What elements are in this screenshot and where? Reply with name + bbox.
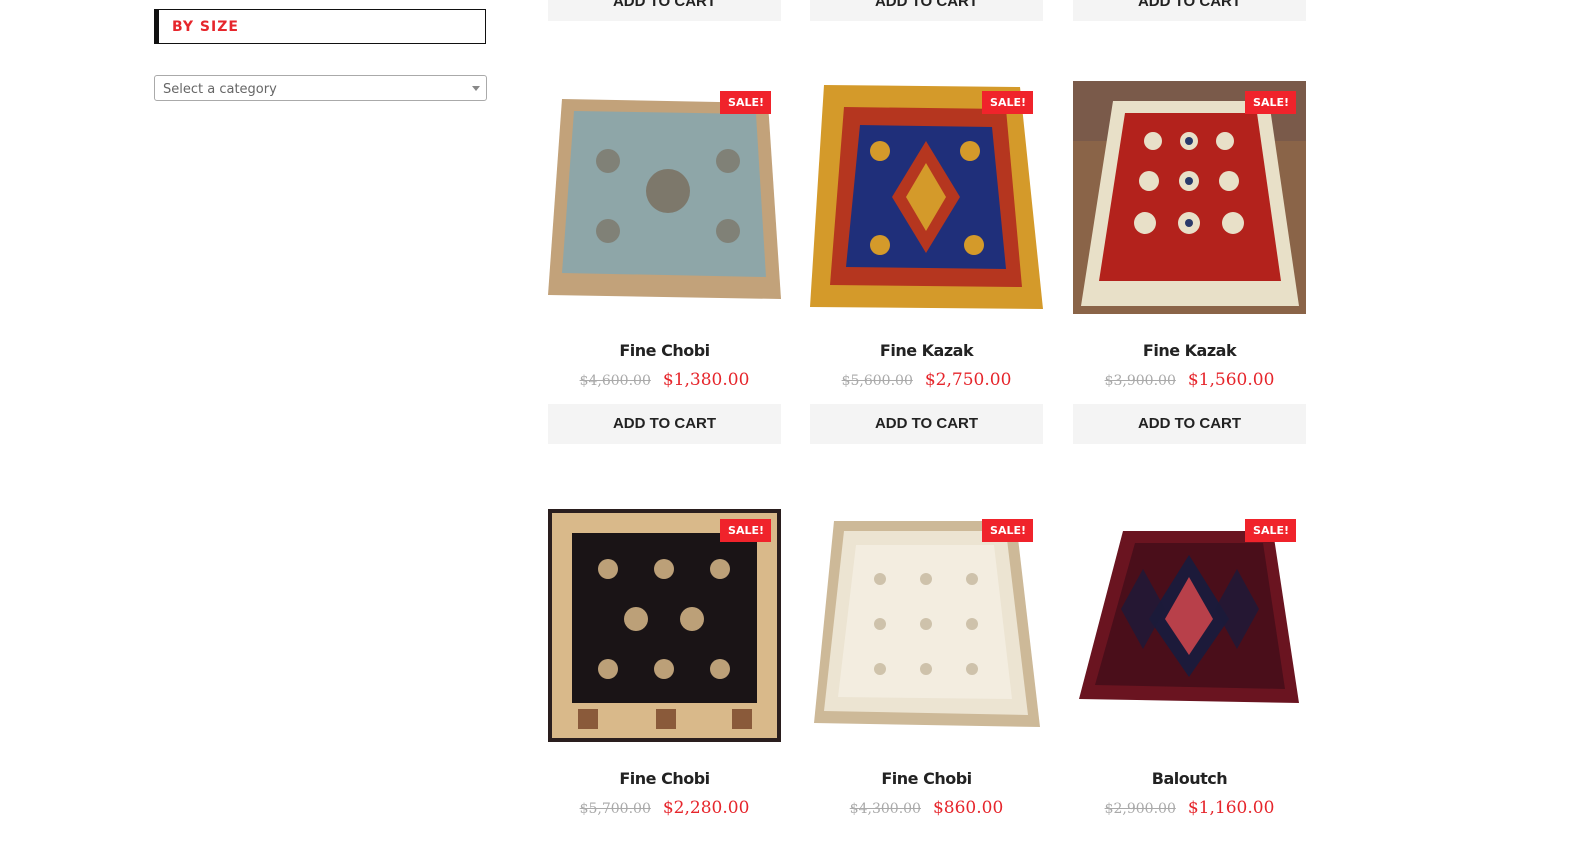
- sale-price: $2,280.00: [662, 798, 750, 818]
- old-price: $4,300.00: [849, 801, 921, 817]
- add-to-cart-button[interactable]: ADD TO CART: [1073, 404, 1306, 444]
- add-to-cart-button[interactable]: ADD TO CART: [810, 404, 1043, 444]
- rug-image: [814, 521, 1040, 727]
- product-image[interactable]: SALE!: [1073, 509, 1306, 742]
- rug-image: [548, 509, 781, 742]
- sale-price: $860.00: [932, 798, 1004, 818]
- sale-badge: SALE!: [982, 91, 1033, 114]
- sale-price: $2,750.00: [924, 370, 1012, 390]
- category-select[interactable]: Select a category: [154, 75, 487, 101]
- product-price: $5,700.00 $2,280.00: [548, 798, 781, 818]
- add-to-cart-button[interactable]: ADD TO CART: [810, 0, 1043, 21]
- product-image[interactable]: SALE!: [548, 509, 781, 742]
- product-card: SALE! Fine Chobi $4,300.00 $860.00: [810, 509, 1043, 818]
- old-price: $3,900.00: [1104, 373, 1176, 389]
- category-select-value: Select a category: [163, 82, 277, 97]
- product-price: $4,600.00 $1,380.00: [548, 370, 781, 390]
- old-price: $5,700.00: [579, 801, 651, 817]
- sale-badge: SALE!: [720, 519, 771, 542]
- product-image[interactable]: SALE!: [1073, 81, 1306, 314]
- product-card: SALE! Fine Kazak $3,900.00 $1,560.00 ADD …: [1073, 81, 1306, 444]
- sale-price: $1,560.00: [1187, 370, 1275, 390]
- sale-badge: SALE!: [982, 519, 1033, 542]
- product-price: $5,600.00 $2,750.00: [810, 370, 1043, 390]
- product-title[interactable]: Fine Kazak: [810, 341, 1043, 360]
- widget-title-by-size: BY SIZE: [154, 9, 486, 44]
- product-image[interactable]: SALE!: [548, 81, 781, 314]
- product-card: SALE! Fine Chobi $5,700.00 $2,280.00: [548, 509, 781, 818]
- chevron-down-icon: [472, 86, 480, 91]
- product-title[interactable]: Fine Kazak: [1073, 341, 1306, 360]
- product-title[interactable]: Baloutch: [1073, 769, 1306, 788]
- product-price: $4,300.00 $860.00: [810, 798, 1043, 818]
- product-title[interactable]: Fine Chobi: [810, 769, 1043, 788]
- old-price: $4,600.00: [579, 373, 651, 389]
- product-title[interactable]: Fine Chobi: [548, 769, 781, 788]
- sale-price: $1,160.00: [1187, 798, 1275, 818]
- add-to-cart-button[interactable]: ADD TO CART: [1073, 0, 1306, 21]
- product-card: SALE! Fine Chobi $4,600.00 $1,380.00 ADD …: [548, 81, 781, 444]
- product-image[interactable]: SALE!: [810, 509, 1043, 742]
- product-price: $3,900.00 $1,560.00: [1073, 370, 1306, 390]
- add-to-cart-button[interactable]: ADD TO CART: [548, 404, 781, 444]
- product-price: $2,900.00 $1,160.00: [1073, 798, 1306, 818]
- old-price: $2,900.00: [1104, 801, 1176, 817]
- sale-badge: SALE!: [720, 91, 771, 114]
- rug-image: [1073, 81, 1306, 314]
- rug-image: [810, 85, 1043, 309]
- sale-price: $1,380.00: [662, 370, 750, 390]
- old-price: $5,600.00: [841, 373, 913, 389]
- product-card: SALE! Fine Kazak $5,600.00 $2,750.00 ADD …: [810, 81, 1043, 444]
- widget-title-text: BY SIZE: [172, 19, 239, 35]
- product-image[interactable]: SALE!: [810, 81, 1043, 314]
- sale-badge: SALE!: [1245, 519, 1296, 542]
- rug-image: [548, 99, 781, 299]
- product-card: SALE! Baloutch $2,900.00 $1,160.00: [1073, 509, 1306, 818]
- product-title[interactable]: Fine Chobi: [548, 341, 781, 360]
- sale-badge: SALE!: [1245, 91, 1296, 114]
- add-to-cart-button[interactable]: ADD TO CART: [548, 0, 781, 21]
- rug-image: [1079, 531, 1299, 703]
